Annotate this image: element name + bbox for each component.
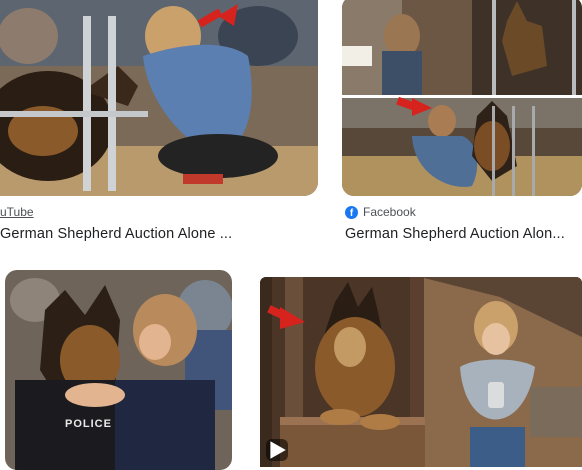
vest-lettering: POLICE [65,418,112,430]
result-title-1[interactable]: German Shepherd Auction Alone ... [0,226,255,242]
result-thumbnail-3[interactable]: POLICE [5,270,232,470]
play-icon [270,441,286,459]
source-label[interactable]: uTube [0,205,34,219]
image-girl-crying-hugging-police-dog [5,270,232,470]
image-dog-in-stall-and-girl-in-barn [260,277,582,467]
facebook-icon: f [345,205,358,219]
source-label[interactable]: Facebook [363,205,416,219]
video-badge[interactable] [266,439,288,461]
result-source-1[interactable]: uTube [0,205,34,219]
result-thumbnail-2[interactable] [342,0,582,196]
result-title-2[interactable]: German Shepherd Auction Alon... [345,226,579,242]
result-source-2[interactable]: f Facebook [345,205,416,219]
image-girl-and-dog-collage [342,0,582,196]
image-girl-hugging-dog-at-fence [0,0,318,196]
result-thumbnail-4[interactable] [260,277,582,467]
result-thumbnail-1[interactable] [0,0,318,196]
